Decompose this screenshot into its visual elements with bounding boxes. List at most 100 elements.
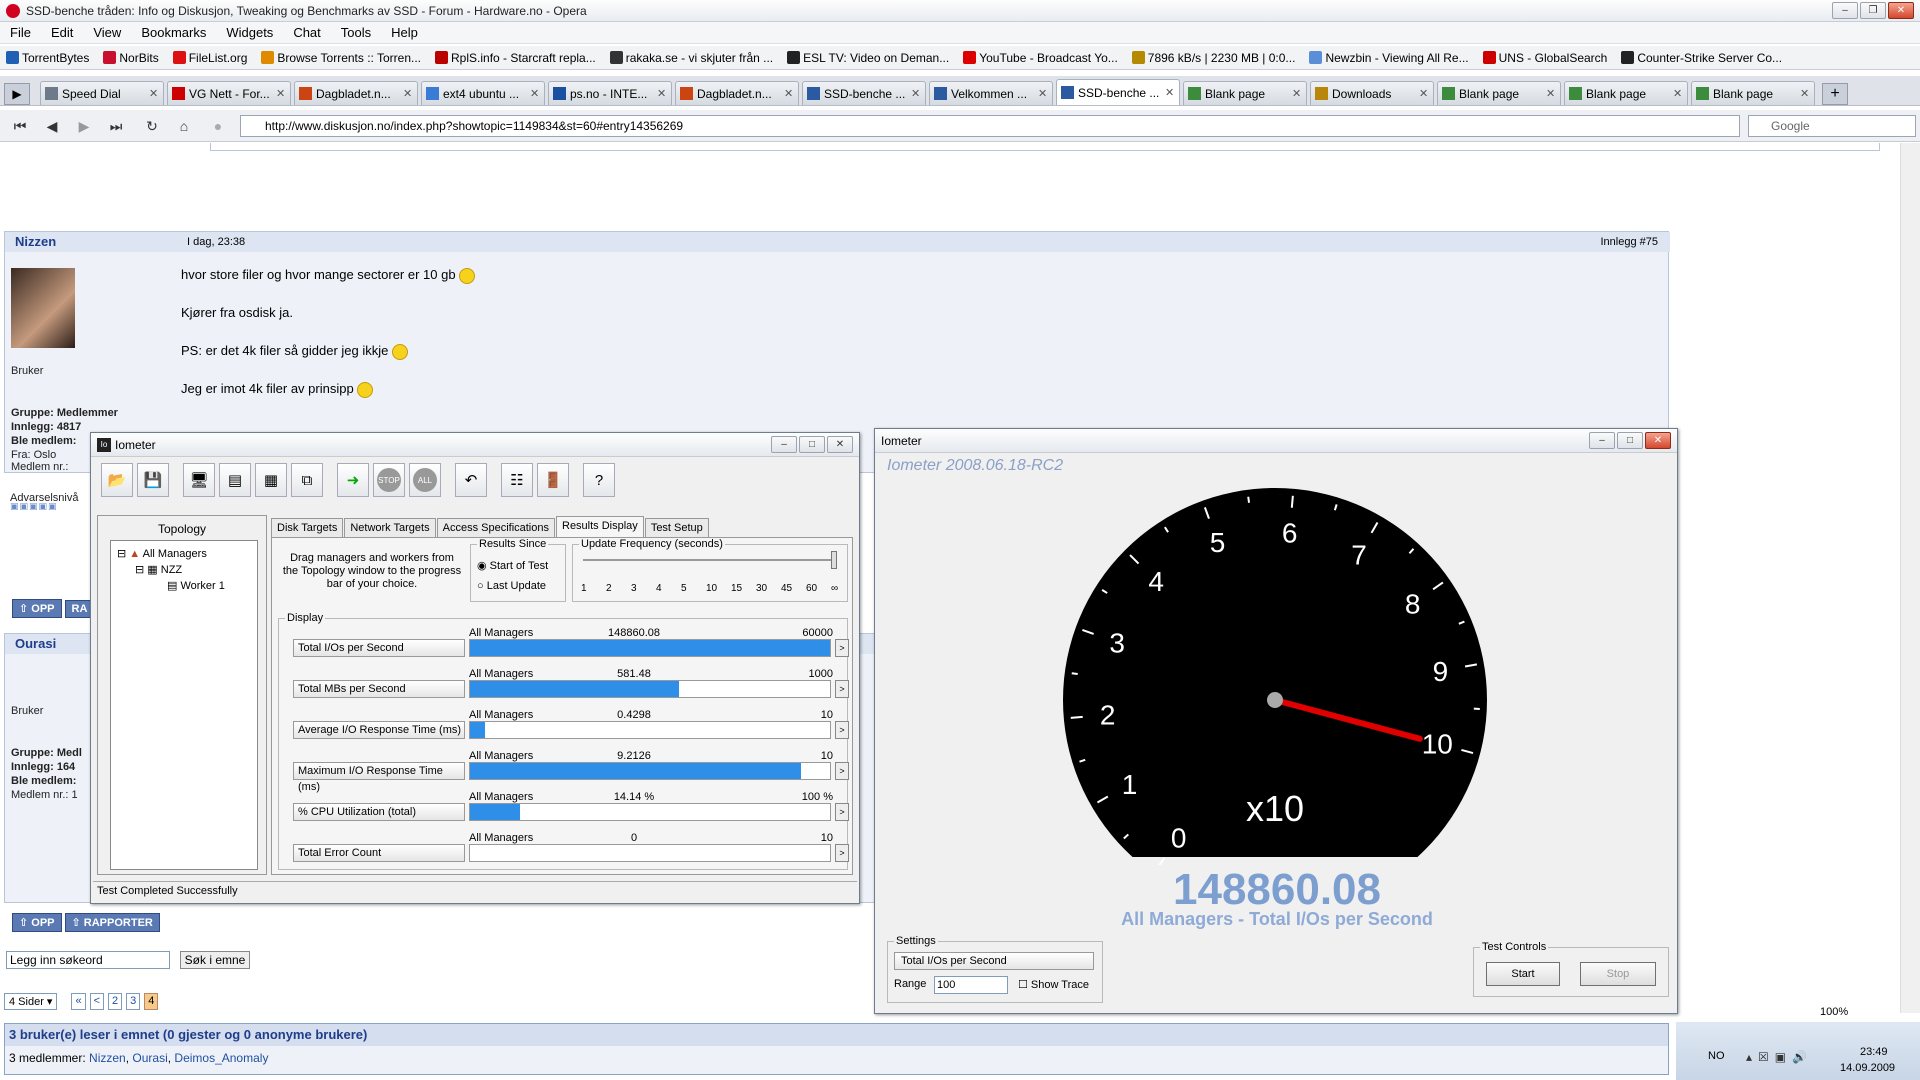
up-button[interactable]: ⇧ OPP bbox=[12, 599, 62, 618]
tab-close-icon[interactable]: ✕ bbox=[1038, 87, 1048, 100]
tab-close-icon[interactable]: ✕ bbox=[1800, 87, 1810, 100]
menu-help[interactable]: Help bbox=[381, 25, 428, 40]
gauge-maximize-button[interactable]: □ bbox=[1617, 432, 1643, 449]
browser-tab[interactable]: SSD-benche ... ✕ bbox=[1056, 79, 1180, 105]
page-first[interactable]: « bbox=[71, 993, 86, 1010]
page-prev[interactable]: < bbox=[89, 993, 104, 1010]
tree-all-managers[interactable]: ⊟ ▲ All Managers bbox=[117, 547, 207, 560]
open-config-icon[interactable]: 📂 bbox=[101, 463, 133, 497]
start-button[interactable]: Start bbox=[1486, 962, 1560, 986]
browser-tab[interactable]: Dagbladet.n... ✕ bbox=[675, 81, 799, 105]
member-link[interactable]: Deimos_Anomaly bbox=[174, 1051, 268, 1065]
panel-toggle-icon[interactable]: ▶ bbox=[4, 83, 30, 105]
new-manager-icon[interactable]: 🖥 bbox=[183, 463, 215, 497]
report-button[interactable]: ⇧ RAPPORTER bbox=[64, 913, 160, 932]
metric-selector-button[interactable]: Total MBs per Second bbox=[293, 680, 465, 698]
url-input[interactable]: http://www.diskusjon.no/index.php?showto… bbox=[240, 115, 1740, 137]
disconnect-icon[interactable]: ☷ bbox=[501, 463, 533, 497]
menu-chat[interactable]: Chat bbox=[283, 25, 330, 40]
menu-bookmarks[interactable]: Bookmarks bbox=[131, 25, 216, 40]
language-indicator[interactable]: NO bbox=[1708, 1050, 1725, 1062]
frequency-slider-track[interactable] bbox=[583, 559, 837, 561]
menu-tools[interactable]: Tools bbox=[331, 25, 381, 40]
back-icon[interactable]: ◀ bbox=[40, 115, 64, 137]
metric-selector-button[interactable]: Total Error Count bbox=[293, 844, 465, 862]
browser-tab[interactable]: Downloads ✕ bbox=[1310, 81, 1434, 105]
bookmark-item[interactable]: 7896 kB/s | 2230 MB | 0:0... bbox=[1126, 51, 1295, 65]
page-scrollbar[interactable] bbox=[1900, 143, 1920, 1013]
tab-close-icon[interactable]: ✕ bbox=[276, 87, 286, 100]
browser-tab[interactable]: Blank page ✕ bbox=[1564, 81, 1688, 105]
bookmark-item[interactable]: Counter-Strike Server Co... bbox=[1615, 51, 1782, 65]
open-gauge-arrow-icon[interactable]: > bbox=[835, 844, 849, 862]
member-link[interactable]: Ourasi bbox=[132, 1051, 167, 1065]
post-username[interactable]: Nizzen bbox=[15, 234, 56, 249]
browser-tab[interactable]: ps.no - INTE... ✕ bbox=[548, 81, 672, 105]
open-gauge-arrow-icon[interactable]: > bbox=[835, 762, 849, 780]
new-network-worker-icon[interactable]: ▦ bbox=[255, 463, 287, 497]
stop-button[interactable]: Stop bbox=[1580, 962, 1656, 986]
reload-icon[interactable]: ↻ bbox=[140, 115, 164, 137]
open-gauge-arrow-icon[interactable]: > bbox=[835, 721, 849, 739]
topic-search-input[interactable]: Legg inn søkeord bbox=[6, 951, 170, 969]
post-username[interactable]: Ourasi bbox=[15, 636, 56, 651]
tab-close-icon[interactable]: ✕ bbox=[530, 87, 540, 100]
post-number[interactable]: Innlegg #75 bbox=[1601, 236, 1659, 248]
tray-icons[interactable]: ▴☒▣🔊 bbox=[1746, 1050, 1813, 1064]
stop-icon[interactable]: STOP bbox=[373, 463, 405, 497]
start-test-icon[interactable]: ➜ bbox=[337, 463, 369, 497]
radio-start-of-test[interactable]: ◉ Start of Test bbox=[477, 559, 548, 572]
tree-worker[interactable]: ▤ Worker 1 bbox=[167, 579, 225, 592]
browser-tab[interactable]: Blank page ✕ bbox=[1437, 81, 1561, 105]
iometer-minimize-button[interactable]: – bbox=[771, 436, 797, 453]
frequency-slider-thumb[interactable] bbox=[831, 551, 837, 569]
tab-close-icon[interactable]: ✕ bbox=[1165, 86, 1175, 99]
browser-tab[interactable]: VG Nett - For... ✕ bbox=[167, 81, 291, 105]
bookmark-item[interactable]: Newzbin - Viewing All Re... bbox=[1303, 51, 1469, 65]
save-config-icon[interactable]: 💾 bbox=[137, 463, 169, 497]
gauge-close-button[interactable]: ✕ bbox=[1645, 432, 1671, 449]
pages-dropdown[interactable]: 4 Sider ▾ bbox=[4, 993, 58, 1010]
search-engine-input[interactable]: Google bbox=[1748, 115, 1916, 137]
open-gauge-arrow-icon[interactable]: > bbox=[835, 639, 849, 657]
restore-button[interactable]: ❐ bbox=[1860, 2, 1886, 19]
new-tab-icon[interactable]: + bbox=[1822, 83, 1848, 105]
bookmark-item[interactable]: FileList.org bbox=[167, 51, 247, 65]
duplicate-worker-icon[interactable]: ⧉ bbox=[291, 463, 323, 497]
browser-tab[interactable]: SSD-benche ... ✕ bbox=[802, 81, 926, 105]
tab-network-targets[interactable]: Network Targets bbox=[344, 518, 436, 537]
tab-close-icon[interactable]: ✕ bbox=[784, 87, 794, 100]
metric-selector-button[interactable]: Maximum I/O Response Time (ms) bbox=[293, 762, 465, 793]
tab-close-icon[interactable]: ✕ bbox=[1419, 87, 1429, 100]
page-3[interactable]: 3 bbox=[126, 993, 141, 1010]
metric-selector-button[interactable]: Average I/O Response Time (ms) bbox=[293, 721, 465, 739]
forward-icon[interactable]: ▶ bbox=[72, 115, 96, 137]
bookmark-item[interactable]: NorBits bbox=[97, 51, 159, 65]
metric-selector[interactable]: Total I/Os per Second bbox=[894, 952, 1094, 970]
metric-selector-button[interactable]: Total I/Os per Second bbox=[293, 639, 465, 657]
show-trace-checkbox[interactable]: ☐ Show Trace bbox=[1018, 978, 1089, 991]
menu-file[interactable]: File bbox=[0, 25, 41, 40]
bookmark-item[interactable]: ESL TV: Video on Deman... bbox=[781, 51, 949, 65]
member-link[interactable]: Nizzen bbox=[89, 1051, 126, 1065]
bookmark-item[interactable]: Browse Torrents :: Torren... bbox=[255, 51, 421, 65]
tab-close-icon[interactable]: ✕ bbox=[1292, 87, 1302, 100]
bookmark-item[interactable]: UNS - GlobalSearch bbox=[1477, 51, 1607, 65]
stop-all-icon[interactable]: ALL bbox=[409, 463, 441, 497]
browser-tab[interactable]: ext4 ubuntu ... ✕ bbox=[421, 81, 545, 105]
zoom-level[interactable]: 100% bbox=[1820, 1006, 1848, 1018]
bookmark-item[interactable]: rakaka.se - vi skjuter från ... bbox=[604, 51, 773, 65]
menu-view[interactable]: View bbox=[83, 25, 131, 40]
browser-tab[interactable]: Velkommen ... ✕ bbox=[929, 81, 1053, 105]
tab-close-icon[interactable]: ✕ bbox=[657, 87, 667, 100]
rewind-icon[interactable]: ⏮ bbox=[8, 115, 32, 137]
tab-close-icon[interactable]: ✕ bbox=[1673, 87, 1683, 100]
iometer-maximize-button[interactable]: □ bbox=[799, 436, 825, 453]
close-button[interactable]: ✕ bbox=[1888, 2, 1914, 19]
up-button[interactable]: ⇧ OPP bbox=[12, 913, 62, 932]
bookmark-item[interactable]: TorrentBytes bbox=[0, 51, 89, 65]
tab-close-icon[interactable]: ✕ bbox=[149, 87, 159, 100]
exit-icon[interactable]: 🚪 bbox=[537, 463, 569, 497]
help-icon[interactable]: ? bbox=[583, 463, 615, 497]
fast-forward-icon[interactable]: ⏭ bbox=[104, 115, 128, 137]
